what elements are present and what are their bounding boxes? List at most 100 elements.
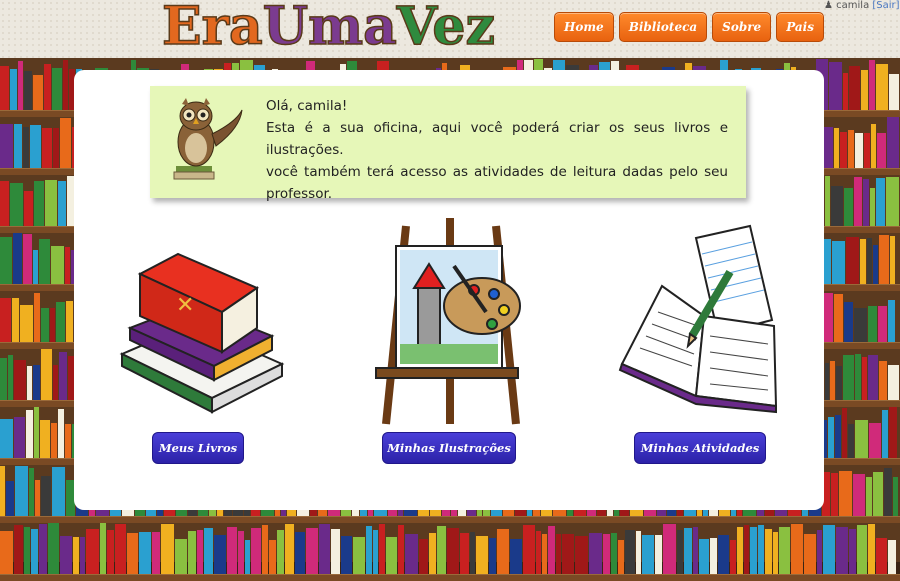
my-activities-button[interactable]: Minhas Atividades [634,432,766,464]
shelf-book [0,66,9,110]
shelf-book [862,357,868,400]
shelf-book [12,298,19,342]
shelf-book [373,530,378,574]
nav-library-button[interactable]: Biblioteca [618,12,708,42]
shelf-book [24,527,30,574]
shelf-book [843,355,855,400]
shelf-book [849,529,856,574]
shelf-book [386,537,397,574]
shelf-book [277,530,284,574]
shelf-book [773,532,778,574]
shelf-book [460,533,469,574]
shelf-book [0,419,13,458]
greeting: Olá, camila! [266,98,348,114]
card-my-activities: Minhas Atividades [600,216,810,466]
shelf-book [853,474,865,516]
shelf-book [34,407,39,458]
shelf-book [476,536,488,574]
shelf-book [0,124,13,168]
site-logo[interactable]: EraUmaVez [161,0,495,58]
shelf-book [35,480,40,516]
shelf-book [429,533,436,574]
shelf-book [13,124,22,168]
shelf-book [100,523,106,574]
shelf-book [419,539,428,574]
shelf-book [888,540,896,574]
shelf-book [26,410,33,458]
shelf-book [562,534,574,574]
shelf-book [152,532,160,574]
shelf-book [295,532,305,574]
shelf-book [161,524,174,574]
shelf-book [842,408,847,458]
shelf-book [854,177,863,226]
shelf-book [23,191,33,226]
shelf-book [56,302,65,342]
shelf-book [40,420,50,458]
shelf-book [437,526,446,574]
my-books-button[interactable]: Meus Livros [152,432,244,464]
shelf-book [52,128,59,168]
shelf-book [245,540,250,574]
shelf-book [115,524,126,574]
welcome-text: Olá, camila! Esta é a sua oficina, aqui … [266,95,728,205]
shelf-book [29,125,41,168]
shelf-book [398,525,404,574]
shelf-book [59,118,71,168]
shelf-book [889,407,897,458]
shelf-book [765,529,772,574]
shelf-book [839,471,852,516]
shelf-book [618,540,624,574]
shelf-book [66,301,73,342]
shelf-book [836,527,848,574]
my-illustrations-button[interactable]: Minhas Ilustrações [382,432,516,464]
shelf-book [873,472,883,516]
shelf-book [0,358,7,400]
shelf-book [846,237,859,284]
shelf-book [844,302,853,342]
bookshelf-row [0,522,900,580]
shelf-book [13,233,22,284]
shelf-book [319,524,330,574]
shelf-book [139,532,151,574]
shelf-book [864,133,871,168]
shelf-book [885,177,899,226]
shelf-book [873,245,878,284]
shelf-book [693,527,698,574]
shelf-book [43,64,51,110]
shelf-book [366,526,372,574]
shelf-book [857,525,867,574]
shelf-book [843,73,849,110]
shelf-book [849,66,861,110]
logout-link[interactable]: [Sair] [872,0,899,11]
shelf-book [13,360,26,400]
shelf-book [636,531,641,574]
nav-about-button[interactable]: Sobre [712,12,772,42]
shelf-book [876,178,885,226]
shelf-book [710,538,717,574]
shelf-book [197,530,203,574]
shelf-book [62,60,68,110]
shelf-book [204,528,213,574]
shelf-book [804,534,816,574]
shelf-book [542,534,547,574]
notebook-pencil-icon[interactable] [600,216,810,426]
shelf-book [22,127,29,168]
shelf-book [829,62,843,110]
shelf-book [890,236,895,284]
shelf-book [848,130,855,168]
nav-parents-button[interactable]: Pais [776,12,824,42]
easel-painting-icon[interactable] [346,216,556,426]
shelf-book [73,537,79,574]
shelf-book [31,529,38,574]
nav-home-button[interactable]: Home [554,12,614,42]
book-stack-icon[interactable]: ✕ [92,216,302,426]
shelf-book [833,128,840,168]
shelf-book [0,466,5,516]
shelf-book [58,352,68,400]
shelf-book [331,529,340,574]
shelf-book [17,61,23,110]
shelf-book [882,410,888,458]
shelf-book [884,468,892,516]
shelf-book [51,246,64,284]
